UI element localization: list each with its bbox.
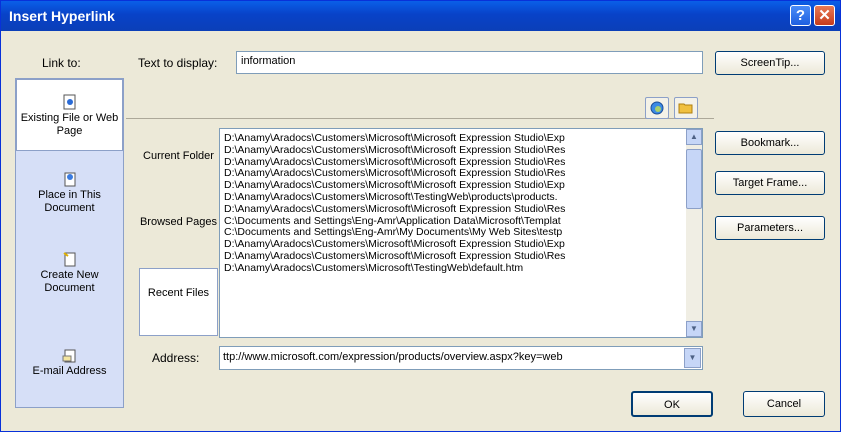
link-to-place-label: Place in This Document [38, 189, 101, 214]
cancel-button[interactable]: Cancel [743, 391, 825, 417]
file-list-item[interactable]: C:\Documents and Settings\Eng-Amr\My Doc… [224, 227, 686, 239]
help-button[interactable]: ? [790, 5, 811, 26]
address-label: Address: [152, 351, 200, 365]
browse-web-icon [650, 101, 664, 115]
link-to-existing-file-label: Existing File or Web Page [20, 112, 119, 137]
screentip-button[interactable]: ScreenTip... [715, 51, 825, 75]
address-combobox[interactable]: ttp://www.microsoft.com/expression/produ… [219, 346, 703, 370]
ok-button[interactable]: OK [631, 391, 713, 417]
file-list-item[interactable]: D:\Anamy\Aradocs\Customers\Microsoft\Mic… [224, 180, 686, 192]
file-list-item[interactable]: D:\Anamy\Aradocs\Customers\Microsoft\Mic… [224, 251, 686, 263]
link-to-email-label: E-mail Address [32, 365, 107, 377]
file-list: D:\Anamy\Aradocs\Customers\Microsoft\Mic… [219, 128, 703, 338]
link-to-panel: Existing File or Web Page Place in This … [15, 78, 124, 408]
link-to-new-document-label: Create New Document [40, 269, 99, 294]
nav-recent-files[interactable]: Recent Files [139, 268, 218, 336]
browse-file-button[interactable] [674, 97, 698, 119]
new-document-icon [62, 252, 75, 267]
parameters-button[interactable]: Parameters... [715, 216, 825, 240]
help-icon: ? [795, 7, 806, 24]
file-list-item[interactable]: D:\Anamy\Aradocs\Customers\Microsoft\Tes… [224, 263, 686, 275]
web-page-icon [63, 94, 75, 110]
folder-open-icon [678, 103, 693, 114]
target-frame-button[interactable]: Target Frame... [715, 171, 825, 195]
file-list-item[interactable]: D:\Anamy\Aradocs\Customers\Microsoft\Tes… [224, 192, 686, 204]
file-list-item[interactable]: C:\Documents and Settings\Eng-Amr\Applic… [224, 216, 686, 228]
file-list-item[interactable]: D:\Anamy\Aradocs\Customers\Microsoft\Mic… [224, 204, 686, 216]
address-dropdown-button[interactable]: ▼ [684, 348, 701, 368]
file-list-scrollbar[interactable]: ▲ ▼ [686, 129, 702, 337]
link-to-existing-file[interactable]: Existing File or Web Page [16, 79, 123, 151]
text-to-display-input[interactable]: information [236, 51, 703, 74]
nav-current-folder[interactable]: Current Folder [139, 150, 218, 163]
link-to-new-document[interactable]: Create New Document [16, 251, 123, 295]
file-list-item[interactable]: D:\Anamy\Aradocs\Customers\Microsoft\Mic… [224, 157, 686, 169]
link-to-place-in-document[interactable]: Place in This Document [16, 171, 123, 215]
address-value: ttp://www.microsoft.com/expression/produ… [223, 351, 563, 363]
link-to-label: Link to: [42, 56, 81, 70]
file-list-items: D:\Anamy\Aradocs\Customers\Microsoft\Mic… [220, 129, 702, 275]
link-to-email-address[interactable]: E-mail Address [16, 347, 123, 378]
scroll-thumb[interactable] [686, 149, 702, 209]
dialog-title: Insert Hyperlink [9, 8, 115, 24]
close-icon: ✕ [818, 7, 831, 24]
title-bar: Insert Hyperlink ? ✕ [1, 1, 840, 31]
look-in-nav: Current Folder Browsed Pages Recent File… [139, 128, 218, 338]
file-list-item[interactable]: D:\Anamy\Aradocs\Customers\Microsoft\Mic… [224, 145, 686, 157]
nav-browsed-pages[interactable]: Browsed Pages [139, 216, 218, 229]
scroll-up-button[interactable]: ▲ [686, 129, 702, 145]
file-list-item[interactable]: D:\Anamy\Aradocs\Customers\Microsoft\Mic… [224, 168, 686, 180]
close-button[interactable]: ✕ [814, 5, 835, 26]
file-list-item[interactable]: D:\Anamy\Aradocs\Customers\Microsoft\Mic… [224, 133, 686, 145]
email-icon [62, 349, 75, 363]
bookmark-button[interactable]: Bookmark... [715, 131, 825, 155]
separator [126, 118, 714, 119]
chevron-down-icon: ▼ [688, 353, 697, 362]
browse-web-button[interactable] [645, 97, 669, 119]
insert-hyperlink-dialog: Insert Hyperlink ? ✕ Link to: Existing F… [0, 0, 841, 432]
document-place-icon [64, 172, 75, 187]
file-list-item[interactable]: D:\Anamy\Aradocs\Customers\Microsoft\Mic… [224, 239, 686, 251]
text-to-display-label: Text to display: [138, 56, 218, 70]
scroll-down-button[interactable]: ▼ [686, 321, 702, 337]
